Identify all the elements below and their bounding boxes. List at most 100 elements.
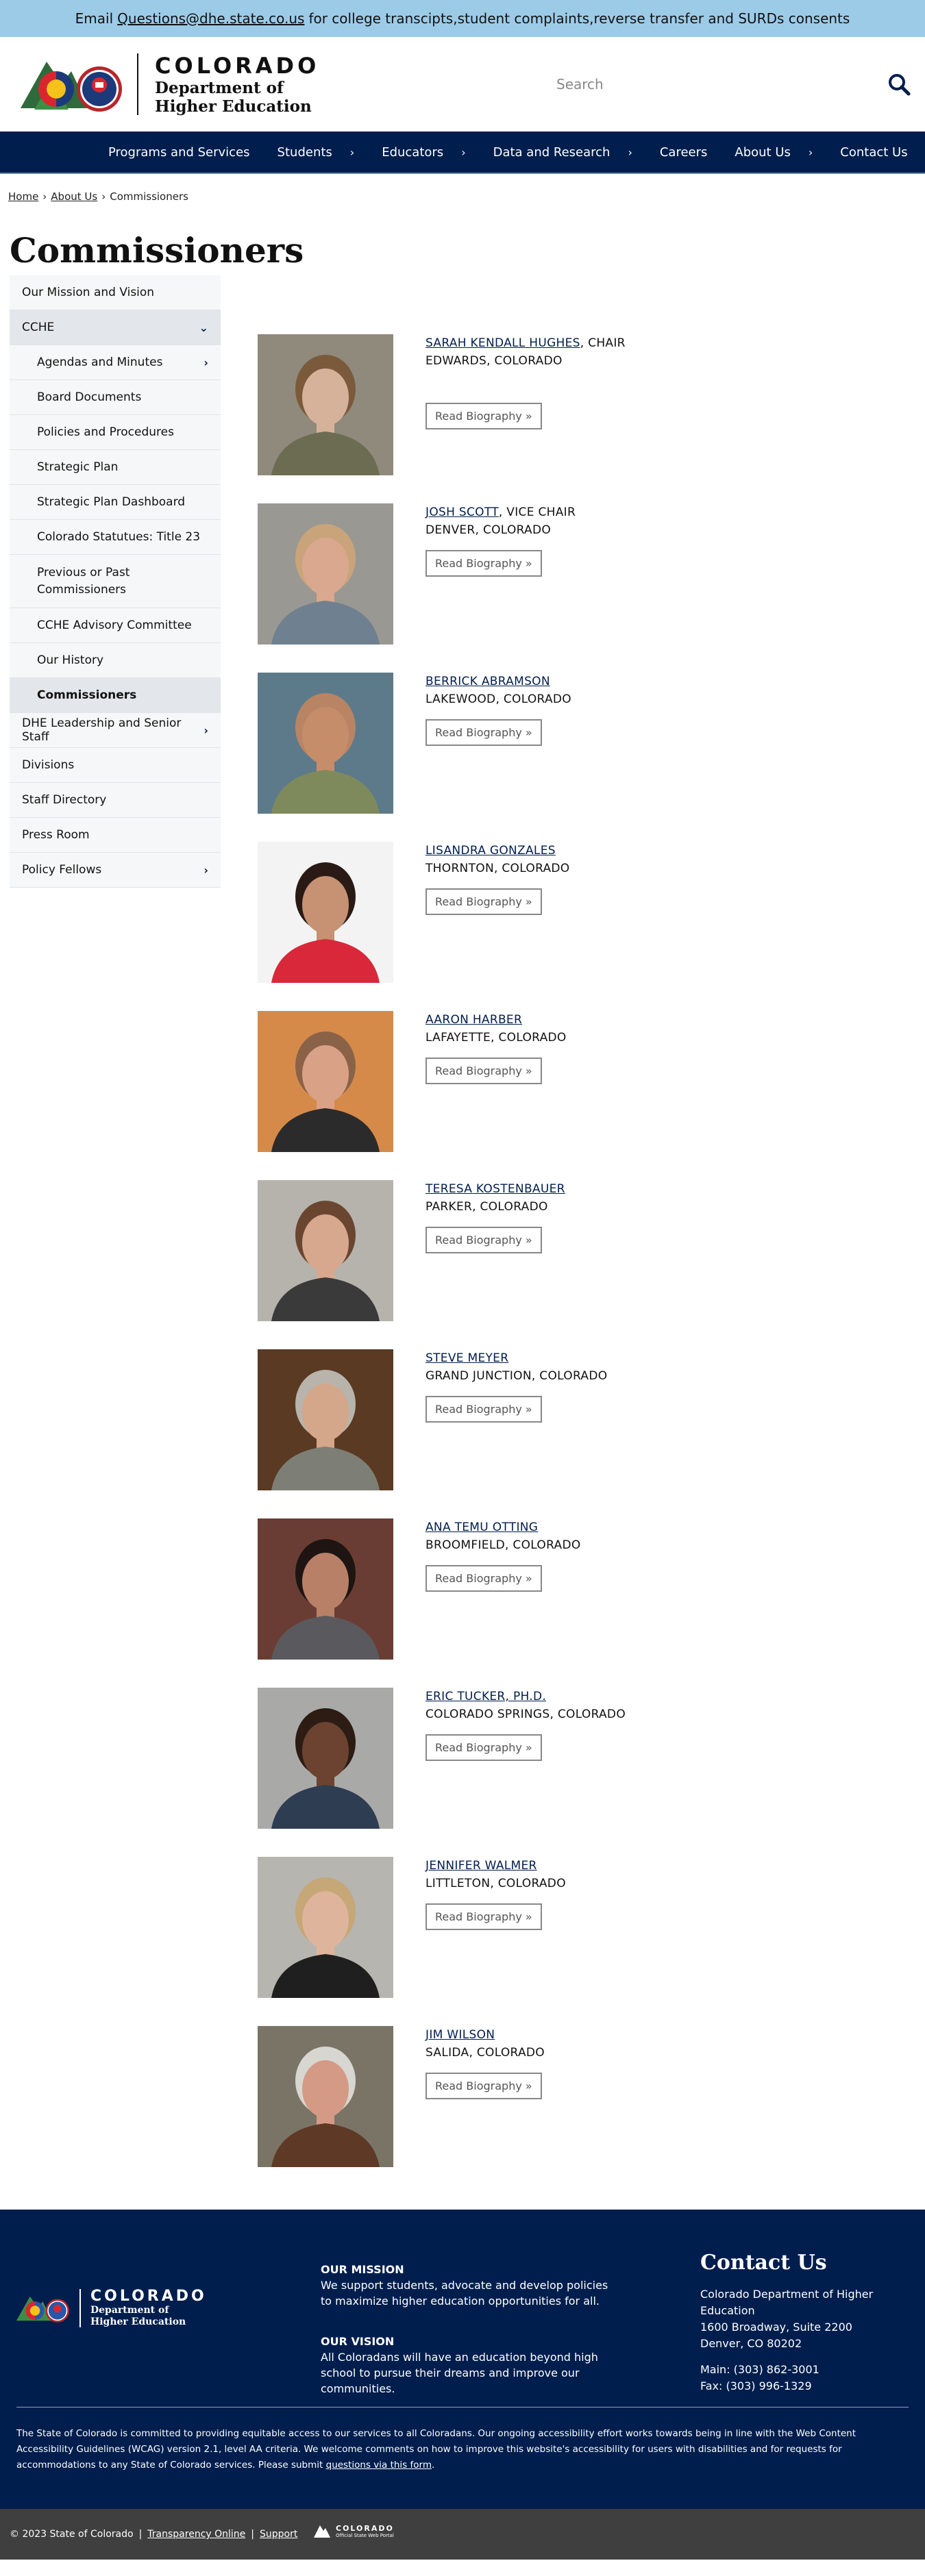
sidebar-item-agendas-and-minutes[interactable]: Agendas and Minutes › [10,345,221,380]
commissioner-city: PARKER, COLORADO [426,1200,548,1214]
nav-item-educators[interactable]: Educators › [368,132,479,173]
commissioner-name-link[interactable]: AARON HARBER [426,1013,522,1027]
search-input[interactable] [556,76,858,92]
mission-text: We support students, advocate and develo… [321,2279,608,2308]
sidebar-item-strategic-plan[interactable]: Strategic Plan [10,450,221,485]
commissioner-name-link[interactable]: LISANDRA GONZALES [426,844,556,858]
breadcrumb-about[interactable]: About Us [51,190,97,203]
commissioner-list: SARAH KENDALL HUGHES, CHAIR EDWARDS, COLO… [258,334,626,2195]
sidebar-item-previous-or-past-commissioners[interactable]: Previous or Past Commissioners [10,555,221,608]
read-biography-button[interactable]: Read Biography » [426,1396,542,1423]
contact-address-line1: 1600 Broadway, Suite 2200 [700,2321,852,2334]
commissioner-name-link[interactable]: ERIC TUCKER, PH.D. [426,1690,546,1703]
nav-item-programs-and-services[interactable]: Programs and Services [95,132,264,173]
commissioner-info: AARON HARBER LAFAYETTE, COLORADO Read Biog… [426,1011,567,1180]
chevron-right-icon: › [461,145,466,159]
read-biography-button[interactable]: Read Biography » [426,1734,542,1761]
footer-contact: Contact Us Colorado Department of Higher… [700,2251,925,2394]
commissioner-name-link[interactable]: JIM WILSON [426,2028,495,2042]
commissioner-name-link[interactable]: JOSH SCOTT [426,505,499,519]
accessibility-text: The State of Colorado is committed to pr… [16,2428,856,2471]
commissioner-role: , VICE CHAIR [498,505,576,519]
commissioner-card: AARON HARBER LAFAYETTE, COLORADO Read Biog… [258,1011,626,1180]
commissioner-photo [258,673,393,814]
nav-item-students[interactable]: Students › [264,132,369,173]
site-header: COLORADO Department of Higher Education [0,37,925,132]
read-biography-button[interactable]: Read Biography » [426,719,542,746]
contact-main-phone: Main: (303) 862-3001 [700,2363,819,2376]
commissioner-name-line: JIM WILSON [426,2026,545,2044]
accessibility-form-link[interactable]: questions via this form [326,2460,432,2471]
read-biography-button[interactable]: Read Biography » [426,888,542,915]
main-navigation: Programs and Services Students › Educators ›… [0,132,925,174]
read-biography-button[interactable]: Read Biography » [426,403,542,429]
support-link[interactable]: Support [260,2529,297,2540]
sidebar-item-staff-directory[interactable]: Staff Directory [10,783,221,818]
state-portal-logo[interactable]: COLORADO Official State Web Portal [314,2523,394,2539]
breadcrumb-current: Commissioners [110,190,188,203]
sidebar-item-our-mission-and-vision[interactable]: Our Mission and Vision [10,275,221,310]
sidebar-item-label: Previous or Past Commissioners [37,565,130,597]
commissioner-name-line: AARON HARBER [426,1011,567,1029]
commissioner-info: JIM WILSON SALIDA, COLORADO Read Biography… [426,2026,545,2195]
transparency-link[interactable]: Transparency Online [147,2529,245,2540]
read-biography-button[interactable]: Read Biography » [426,1565,542,1592]
breadcrumb-sep: › [42,190,47,203]
footer-logo-divider [79,2288,81,2327]
sidebar-item-strategic-plan-dashboard[interactable]: Strategic Plan Dashboard [10,485,221,520]
chevron-right-icon: › [204,863,208,877]
commissioner-city: BROOMFIELD, COLORADO [426,1538,581,1552]
commissioner-photo [258,842,393,983]
commissioner-city: COLORADO SPRINGS, COLORADO [426,1708,626,1721]
commissioner-name-link[interactable]: SARAH KENDALL HUGHES [426,336,580,350]
commissioner-name-link[interactable]: JENNIFER WALMER [426,1859,537,1873]
vision-text: All Coloradans will have an education be… [321,2351,598,2395]
commissioner-name-link[interactable]: BERRICK ABRAMSON [426,675,550,688]
sidebar-item-commissioners[interactable]: Commissioners [10,678,221,713]
logo-line2: Department of [155,79,284,97]
sidebar-item-label: Commissioners [37,688,137,702]
bottom-sep: | [251,2529,255,2540]
sidebar-item-board-documents[interactable]: Board Documents [10,380,221,415]
read-biography-button[interactable]: Read Biography » [426,1903,542,1930]
commissioner-name-link[interactable]: STEVE MEYER [426,1351,508,1365]
nav-item-data-and-research[interactable]: Data and Research › [480,132,646,173]
nav-item-about-us[interactable]: About Us › [721,132,826,173]
commissioner-name-line: JENNIFER WALMER [426,1857,566,1875]
nav-item-label: Data and Research [493,145,610,160]
sidebar-item-our-history[interactable]: Our History [10,643,221,678]
sidebar-item-cche-advisory-committee[interactable]: CCHE Advisory Committee [10,608,221,643]
nav-item-careers[interactable]: Careers [646,132,722,173]
chevron-down-icon: ⌄ [199,321,208,334]
commissioner-card: TERESA KOSTENBAUER PARKER, COLORADO Read B… [258,1180,626,1349]
alert-banner: Email Questions@dhe.state.co.us for coll… [0,0,925,37]
alert-email-link[interactable]: Questions@dhe.state.co.us [117,10,304,27]
commissioner-card: JIM WILSON SALIDA, COLORADO Read Biography… [258,2026,626,2195]
bottom-sep: | [138,2529,143,2540]
commissioner-name-link[interactable]: ANA TEMU OTTING [426,1521,538,1534]
commissioner-photo [258,1857,393,1998]
sidebar-item-policies-and-procedures[interactable]: Policies and Procedures [10,415,221,450]
read-biography-button[interactable]: Read Biography » [426,550,542,577]
search-icon[interactable] [887,72,911,97]
footer-logo-text: COLORADO Department of Higher Education [90,2288,207,2328]
commissioner-card: LISANDRA GONZALES THORNTON, COLORADO Read … [258,842,626,1011]
commissioner-info: STEVE MEYER GRAND JUNCTION, COLORADO Read … [426,1349,607,1518]
read-biography-button[interactable]: Read Biography » [426,1227,542,1253]
site-logo[interactable]: COLORADO Department of Higher Education [21,53,319,116]
read-biography-button[interactable]: Read Biography » [426,1058,542,1084]
commissioner-name-link[interactable]: TERESA KOSTENBAUER [426,1182,565,1196]
sidebar-item-dhe-leadership-and-senior-staff[interactable]: DHE Leadership and Senior Staff › [10,713,221,748]
breadcrumb-home[interactable]: Home [8,190,38,203]
nav-item-contact-us[interactable]: Contact Us [826,132,921,173]
footer-logo[interactable]: COLORADO Department of Higher Education [16,2288,207,2328]
read-biography-button[interactable]: Read Biography » [426,2073,542,2099]
sidebar-item-colorado-statutues-title-23[interactable]: Colorado Statutues: Title 23 [10,520,221,555]
sidebar-item-press-room[interactable]: Press Room [10,818,221,853]
sidebar-item-label: Strategic Plan Dashboard [37,495,186,509]
sidebar-item-cche[interactable]: CCHE ⌄ [10,310,221,345]
commissioner-info: ANA TEMU OTTING BROOMFIELD, COLORADO Read … [426,1518,581,1688]
commissioner-name-line: STEVE MEYER [426,1349,607,1367]
sidebar-item-policy-fellows[interactable]: Policy Fellows › [10,853,221,888]
sidebar-item-divisions[interactable]: Divisions [10,748,221,783]
